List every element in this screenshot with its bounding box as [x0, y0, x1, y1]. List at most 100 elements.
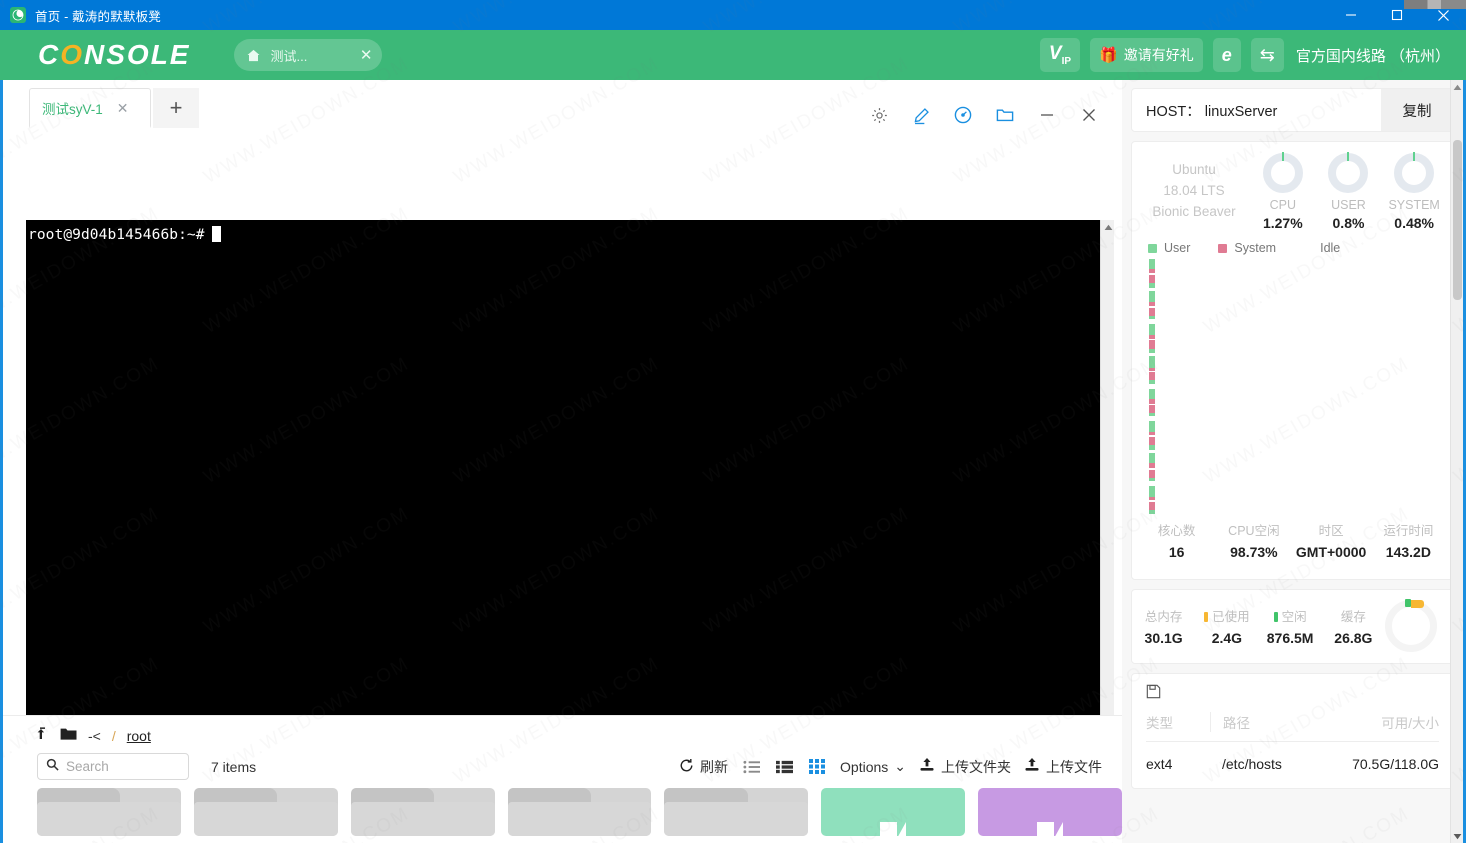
- chart-bar: [1149, 404, 1155, 417]
- options-dropdown[interactable]: Options ⌄: [840, 758, 906, 775]
- chart-bar-system: [1149, 307, 1155, 316]
- mem-total-value: 30.1G: [1144, 630, 1183, 646]
- current-line-label[interactable]: 官方国内线路 （杭州）: [1294, 38, 1452, 72]
- ie-browser-button[interactable]: e: [1212, 38, 1241, 72]
- chevron-down-icon: ⌄: [894, 758, 906, 774]
- gauge-cpu: CPU 1.27%: [1252, 152, 1314, 231]
- invite-reward-label: 邀请有好礼: [1123, 47, 1194, 63]
- refresh-button[interactable]: 刷新: [679, 757, 728, 777]
- gear-icon[interactable]: [866, 102, 892, 128]
- upload-file-button[interactable]: 上传文件: [1024, 757, 1102, 777]
- legend-system[interactable]: System: [1218, 241, 1276, 255]
- new-tab-button[interactable]: +: [153, 88, 199, 128]
- breadcrumb-root-link[interactable]: root: [127, 728, 151, 744]
- list-item[interactable]: [37, 788, 181, 836]
- mem-cache: 缓存 26.8G: [1322, 606, 1385, 646]
- stat-cpuidle: CPU空闲 98.73%: [1215, 520, 1292, 560]
- list-item[interactable]: [821, 788, 966, 836]
- chart-bar: [1149, 485, 1155, 501]
- stat-uptime-value: 143.2D: [1385, 544, 1431, 560]
- chart-bar-user: [1149, 380, 1155, 385]
- folder-icon[interactable]: [60, 727, 77, 744]
- scroll-down-icon[interactable]: [1451, 829, 1463, 843]
- stat-cores: 核心数 16: [1138, 520, 1215, 560]
- host-label: HOST： linuxServer: [1146, 103, 1278, 120]
- list-view-icon[interactable]: [741, 757, 761, 777]
- chart-bar-user: [1149, 421, 1155, 432]
- upload-folder-button[interactable]: 上传文件夹: [919, 757, 1011, 777]
- gift-icon: 🎁: [1099, 47, 1118, 64]
- disk-row-path: /etc/hosts: [1222, 756, 1282, 772]
- chart-bar-user: [1149, 485, 1155, 497]
- detail-view-icon[interactable]: [774, 757, 794, 777]
- terminal-tab-close-icon[interactable]: ✕: [117, 101, 129, 115]
- chart-bar-system: [1149, 334, 1155, 340]
- scroll-up-icon[interactable]: [1101, 220, 1115, 234]
- up-arrow-icon[interactable]: [35, 726, 49, 745]
- folder-open-icon[interactable]: [992, 102, 1018, 128]
- chart-bar-system: [1149, 372, 1155, 381]
- list-item[interactable]: [350, 788, 495, 836]
- chart-bar-user: [1149, 510, 1155, 514]
- legend-user-label: User: [1164, 241, 1191, 255]
- mem-cache-label: 缓存: [1340, 610, 1366, 624]
- chart-bar: [1149, 437, 1155, 450]
- mem-free-label: 空闲: [1259, 606, 1322, 625]
- list-item[interactable]: [978, 788, 1123, 836]
- terminal-scrollbar[interactable]: [1100, 220, 1114, 751]
- gauge-system-label: SYSTEM: [1388, 198, 1440, 212]
- list-item[interactable]: [507, 788, 652, 836]
- file-doc-icon: [1037, 818, 1064, 836]
- app-logo: C O NSOLE: [38, 39, 190, 71]
- gauge-ring: [1394, 152, 1435, 193]
- chart-bar-user: [1149, 349, 1155, 353]
- list-item[interactable]: [664, 788, 809, 836]
- sidepanel-scrollbar[interactable]: [1450, 80, 1463, 843]
- site-tab-label: 测试...: [270, 48, 308, 64]
- pencil-icon[interactable]: [908, 102, 934, 128]
- list-item[interactable]: [193, 788, 338, 836]
- site-tab[interactable]: 测试... ✕: [234, 39, 383, 71]
- mem-free-text: 空闲: [1281, 610, 1307, 624]
- chart-bar-system: [1149, 496, 1155, 501]
- grid-view-icon[interactable]: [807, 757, 827, 777]
- scrollbar-thumb[interactable]: [1453, 140, 1462, 300]
- search-box[interactable]: [37, 753, 189, 780]
- chart-bar-user: [1149, 356, 1155, 368]
- logo-part-o: O: [60, 39, 85, 70]
- minimize-icon[interactable]: [1034, 102, 1060, 128]
- terminal-tab[interactable]: 测试syV-1 ✕: [29, 88, 151, 128]
- scroll-up-icon[interactable]: [1451, 80, 1463, 94]
- disk-col-type: 类型: [1146, 716, 1173, 731]
- server-info-panel: HOST： linuxServer 复制 Ubuntu 18.04 LTS Bi…: [1122, 80, 1463, 843]
- mem-used-value: 2.4G: [1211, 630, 1243, 646]
- legend-idle[interactable]: Idle: [1304, 241, 1340, 255]
- cpu-gauges: CPU 1.27% USER 0.8% SYSTEM 0.48%: [1250, 152, 1447, 231]
- switch-line-button[interactable]: ⇆: [1250, 38, 1284, 72]
- site-tab-close-icon[interactable]: ✕: [360, 48, 373, 63]
- chart-bar-system: [1149, 302, 1155, 306]
- window-minimize-button[interactable]: [1328, 0, 1374, 30]
- logo-part-1: C: [38, 39, 61, 70]
- gauge-icon[interactable]: [950, 102, 976, 128]
- copy-button[interactable]: 复制: [1381, 89, 1453, 131]
- mem-used: 已使用 2.4G: [1195, 606, 1258, 646]
- stat-cores-value: 16: [1168, 544, 1185, 560]
- close-icon[interactable]: [1076, 102, 1102, 128]
- search-input[interactable]: [66, 759, 176, 774]
- disk-row-size: 70.5G/118.0G: [1352, 756, 1439, 772]
- mem-free: 空闲 876.5M: [1259, 606, 1322, 646]
- search-icon: [46, 758, 59, 776]
- cpu-card: Ubuntu 18.04 LTS Bionic Beaver CPU 1.27%…: [1131, 141, 1454, 580]
- invite-reward-button[interactable]: 🎁 邀请有好礼: [1090, 38, 1203, 72]
- chart-bar-system: [1149, 463, 1155, 468]
- swap-icon: ⇆: [1259, 44, 1275, 65]
- stat-cpuidle-value: 98.73%: [1230, 544, 1278, 560]
- upload-folder-icon: [919, 757, 935, 776]
- mem-free-value: 876.5M: [1266, 630, 1314, 646]
- refresh-icon: [679, 758, 694, 776]
- legend-user[interactable]: User: [1148, 241, 1190, 255]
- terminal-output[interactable]: root@9d04b145466b:~#: [26, 220, 1108, 751]
- vip-button[interactable]: VIP: [1039, 38, 1081, 72]
- disk-col-path: 路径: [1210, 712, 1381, 732]
